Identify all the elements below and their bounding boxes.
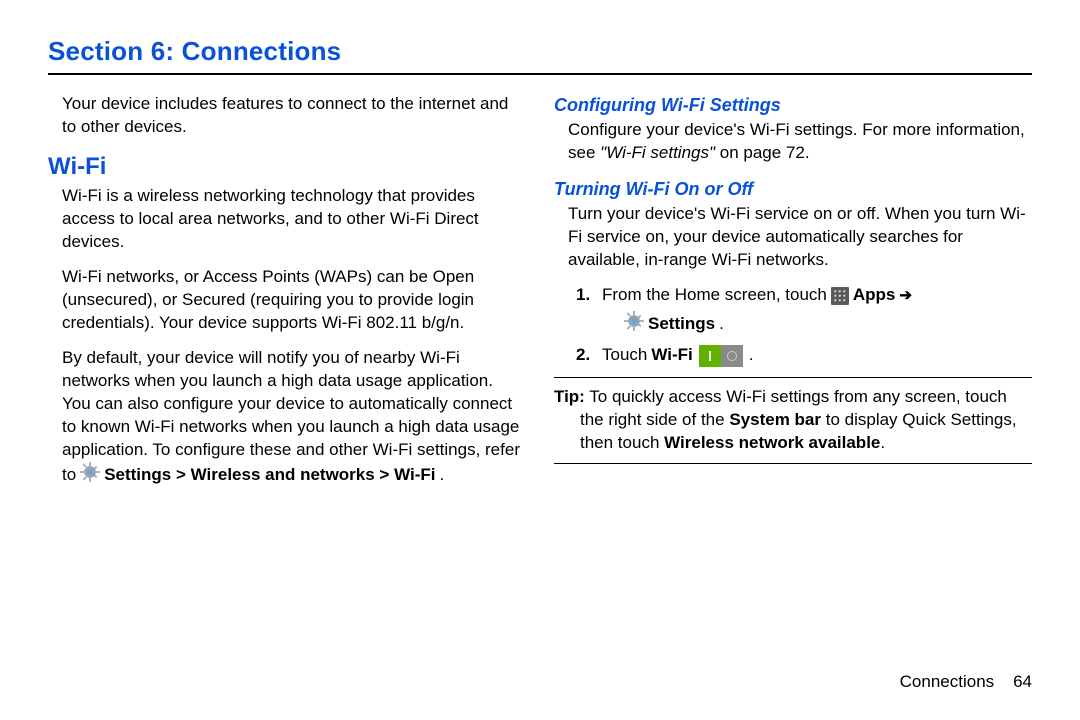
left-column: Your device includes features to connect… [48,93,526,501]
config-ref: "Wi-Fi settings" [600,143,715,162]
step1-settings: Settings [648,313,715,336]
step2-a: Touch [602,344,647,367]
toggle-icon [699,345,743,367]
tip-label: Tip: [554,387,585,406]
apps-icon [831,287,849,305]
divider [48,73,1032,75]
columns: Your device includes features to connect… [48,93,1032,501]
tip-c1: then touch [580,433,659,452]
footer: Connections 64 [900,672,1032,692]
tip-b1: the right side of the [580,410,725,429]
step1-a: From the Home screen, touch [602,284,827,307]
tip-block: Tip: To quickly access Wi-Fi settings fr… [554,377,1032,464]
turn-intro: Turn your device's Wi-Fi service on or o… [568,203,1032,272]
footer-page: 64 [1013,672,1032,691]
step2-num: 2. [576,344,598,367]
wifi-p1: Wi-Fi is a wireless networking technolog… [62,185,526,254]
config-para: Configure your device's Wi-Fi settings. … [568,119,1032,165]
wifi-p3: By default, your device will notify you … [62,347,526,489]
step2-wifi: Wi-Fi [651,344,692,367]
right-column: Configuring Wi-Fi Settings Configure you… [554,93,1032,501]
tip-wna: Wireless network available [664,433,880,452]
step1-dot: . [719,313,724,336]
step-2: 2. Touch Wi-Fi . [576,344,1032,367]
wifi-p3-to: to [62,464,76,487]
gear-icon [80,462,100,489]
tip-c2: . [880,433,885,452]
turn-heading: Turning Wi-Fi On or Off [554,177,1032,201]
wifi-p3-a: By default, your device will notify you … [62,348,520,459]
wifi-p3-dot: . [439,464,444,487]
wifi-p2: Wi-Fi networks, or Access Points (WAPs) … [62,266,526,335]
wifi-heading: Wi-Fi [48,151,526,183]
step-1: 1. From the Home screen, touch Apps ➔ [576,284,1032,338]
gear-icon [624,311,644,338]
tip-sysbar: System bar [729,410,821,429]
step1-num: 1. [576,284,598,307]
wifi-settings-path: Settings > Wireless and networks > Wi-Fi [104,464,435,487]
step1-apps: Apps [853,284,896,307]
config-heading: Configuring Wi-Fi Settings [554,93,1032,117]
step2-dot: . [749,344,754,367]
section-title: Section 6: Connections [48,36,1032,67]
tip-a: To quickly access Wi-Fi settings from an… [589,387,1007,406]
arrow-icon: ➔ [899,286,912,306]
footer-label: Connections [900,672,995,691]
tip-b2: to display Quick Settings, [826,410,1017,429]
intro-text: Your device includes features to connect… [62,93,526,139]
config-b: on page 72. [720,143,810,162]
